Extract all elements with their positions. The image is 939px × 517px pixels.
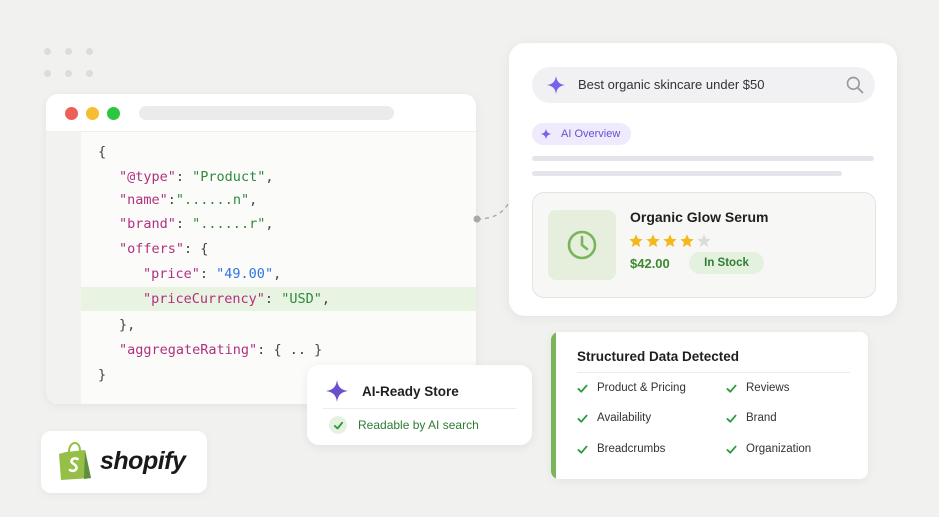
search-icon[interactable] [845,75,865,95]
sparkle-icon [326,380,348,402]
code-line: "aggregateRating": { .. } [119,342,323,358]
address-bar[interactable] [139,106,394,120]
star-rating [628,233,712,249]
ai-overview-badge: AI Overview [532,123,632,145]
structured-data-panel: Structured Data Detected Product & Prici… [551,332,868,479]
code-gutter [46,132,81,404]
shopping-bag-icon [59,442,91,480]
clock-icon [567,230,597,260]
ai-ready-subtitle: Readable by AI search [358,418,479,432]
code-line: }, [119,317,136,333]
text-placeholder-bar [532,156,874,161]
accent-bar [551,332,556,479]
product-thumbnail [548,210,616,280]
code-line: "offers": { [119,241,209,257]
check-icon [726,414,737,423]
structured-data-item: Product & Pricing [577,382,686,394]
search-query[interactable]: Best organic skincare under $50 [578,77,764,92]
divider [577,372,850,373]
check-icon [329,416,347,434]
search-bar[interactable]: Best organic skincare under $50 [532,67,875,103]
product-card[interactable]: Organic Glow Serum $42.00 In Stock [532,192,876,298]
shopify-wordmark: shopify [100,447,186,475]
check-icon [577,445,588,454]
code-window-titlebar [46,94,476,132]
ai-ready-card: AI-Ready Store Readable by AI search [307,365,532,445]
ai-search-panel: Best organic skincare under $50 AI Overv… [509,43,897,316]
check-icon [726,445,737,454]
check-icon [577,384,588,393]
close-window-button[interactable] [65,107,78,120]
star-empty-icon [697,234,711,247]
code-line: "name":"......n", [119,192,258,208]
structured-data-item: Reviews [726,382,789,394]
shopify-logo: shopify [41,431,207,493]
star-filled-icon [680,234,694,247]
sparkle-icon [540,128,552,140]
ai-ready-title: AI-Ready Store [362,384,459,399]
text-placeholder-bar [532,171,842,176]
code-line: "@type": "Product", [119,169,274,185]
json-ld-code: { "@type": "Product", "name":"......n", … [81,132,476,404]
product-price: $42.00 [630,256,670,271]
star-filled-icon [629,234,643,247]
star-filled-icon [663,234,677,247]
product-name[interactable]: Organic Glow Serum [630,209,768,225]
structured-data-title: Structured Data Detected [577,349,740,364]
decorative-dot-grid [44,48,93,77]
minimize-window-button[interactable] [86,107,99,120]
structured-data-item: Organization [726,443,811,455]
code-line: "brand": "......r", [119,216,274,232]
code-line-highlighted: "priceCurrency": "USD", [81,287,476,311]
check-icon [577,414,588,423]
check-icon [726,384,737,393]
code-line: "price": "49.00", [143,266,282,282]
code-line: { [98,144,107,160]
ai-overview-label: AI Overview [561,128,621,140]
sparkle-icon [546,75,566,95]
structured-data-item: Brand [726,412,777,424]
structured-data-item: Breadcrumbs [577,443,665,455]
divider [323,408,516,409]
structured-data-item: Availability [577,412,651,424]
stock-badge: In Stock [689,252,764,274]
star-filled-icon [646,234,660,247]
maximize-window-button[interactable] [107,107,120,120]
code-window: { "@type": "Product", "name":"......n", … [46,94,476,404]
